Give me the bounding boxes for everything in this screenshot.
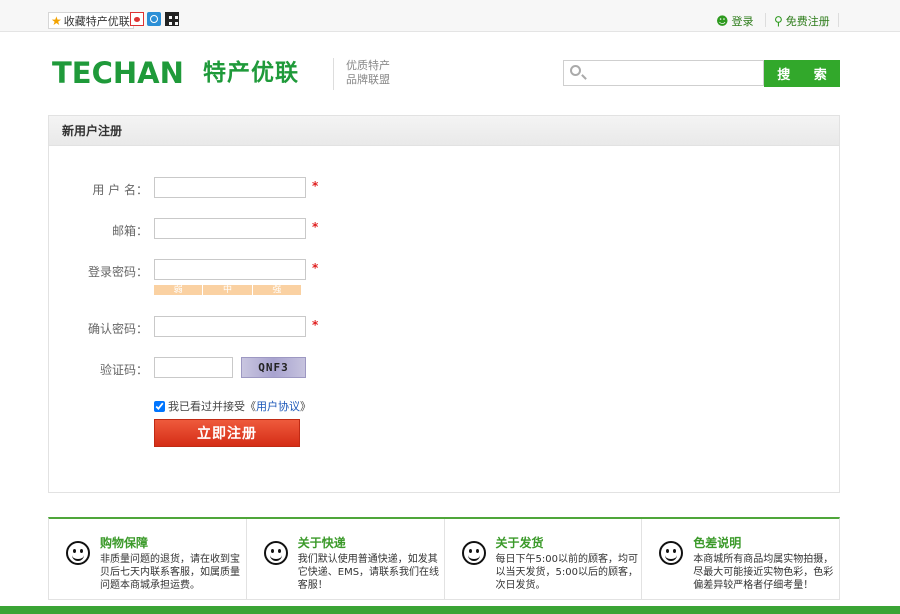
promise-text: 每日下午5:00以前的顾客，均可以当天发货，5:00以后的顾客，次日发货。 bbox=[495, 554, 638, 591]
search-button[interactable]: 搜 索 bbox=[764, 60, 840, 87]
slogan: 优质特产 品牌联盟 bbox=[346, 59, 390, 87]
promise-title: 色差说明 bbox=[693, 536, 742, 550]
strength-weak: 弱 bbox=[154, 285, 204, 295]
user-agreement-link[interactable]: 用户协议 bbox=[256, 398, 300, 414]
promise-title: 关于快递 bbox=[297, 536, 346, 550]
captcha-image[interactable]: QNF3 bbox=[241, 357, 306, 378]
logo[interactable]: TECHAN bbox=[52, 58, 184, 88]
qzone-icon[interactable] bbox=[147, 12, 161, 26]
agreement-row: 我已看过并接受《 用户协议》 bbox=[154, 398, 311, 414]
search-box[interactable] bbox=[563, 60, 764, 86]
slogan-line1: 优质特产 bbox=[346, 59, 390, 72]
promise-text: 非质量问题的退货，请在收到宝贝后七天内联系客服，如属质量问题本商城承担运费。 bbox=[100, 554, 240, 591]
slogan-divider bbox=[333, 58, 334, 90]
required-mark: * bbox=[312, 220, 319, 234]
strength-strong: 强 bbox=[252, 285, 301, 295]
star-icon: ★ bbox=[51, 13, 62, 28]
promise-shopping-guarantee: 购物保障 非质量问题的退货，请在收到宝贝后七天内联系客服，如属质量问题本商城承担… bbox=[49, 519, 247, 599]
service-promises: 购物保障 非质量问题的退货，请在收到宝贝后七天内联系客服，如属质量问题本商城承担… bbox=[48, 517, 840, 600]
top-bar: ★ 收藏特产优联 ☻ 登录 ⚲ 免费注册 bbox=[0, 0, 900, 32]
required-mark: * bbox=[312, 261, 319, 275]
agree-checkbox[interactable] bbox=[154, 400, 165, 412]
register-button[interactable]: 立即注册 bbox=[154, 419, 300, 447]
email-input[interactable] bbox=[154, 218, 306, 239]
bookmark-button[interactable]: ★ 收藏特产优联 bbox=[48, 12, 134, 29]
password-label: 登录密码： bbox=[87, 265, 148, 279]
username-input[interactable] bbox=[154, 177, 306, 198]
smile-icon bbox=[263, 541, 288, 565]
panel-title: 新用户注册 bbox=[49, 116, 839, 146]
promise-title: 购物保障 bbox=[100, 536, 149, 550]
confirm-password-label: 确认密码： bbox=[87, 322, 148, 336]
email-label: 邮箱： bbox=[111, 224, 148, 238]
smile-icon bbox=[461, 541, 486, 565]
slogan-line2: 品牌联盟 bbox=[346, 73, 390, 86]
captcha-input[interactable] bbox=[154, 357, 233, 378]
qr-code-icon[interactable] bbox=[165, 12, 179, 26]
agree-close: 》 bbox=[300, 400, 311, 413]
promise-color-difference: 色差说明 本商城所有商品均属实物拍摄，尽最大可能接近实物色彩，色彩偏差异较严格者… bbox=[642, 519, 839, 599]
logo-chinese[interactable]: 特产优联 bbox=[203, 59, 299, 87]
smile-icon bbox=[659, 541, 684, 565]
weibo-icon[interactable] bbox=[130, 12, 144, 26]
register-label: 免费注册 bbox=[785, 15, 830, 28]
search-input[interactable] bbox=[588, 63, 758, 83]
promise-text: 本商城所有商品均属实物拍摄，尽最大可能接近实物色彩，色彩偏差异较严格者仔细考量！ bbox=[693, 554, 834, 591]
required-mark: * bbox=[312, 318, 319, 332]
agree-text: 我已看过并接受《 bbox=[168, 400, 256, 413]
promise-shipping: 关于快递 我们默认使用普通快递，如发其它快递、EMS，请联系我们在线客服！ bbox=[247, 519, 445, 599]
search-icon bbox=[570, 65, 581, 76]
bookmark-label: 收藏特产优联 bbox=[63, 14, 130, 28]
register-link[interactable]: ⚲ 免费注册 bbox=[774, 13, 830, 29]
required-mark: * bbox=[312, 179, 319, 193]
promise-title: 关于发货 bbox=[495, 536, 544, 550]
promise-dispatch: 关于发货 每日下午5:00以前的顾客，均可以当天发货，5:00以后的顾客，次日发… bbox=[445, 519, 643, 599]
captcha-label: 验证码： bbox=[99, 363, 148, 377]
divider bbox=[765, 13, 766, 27]
key-icon: ⚲ bbox=[774, 14, 783, 28]
user-icon: ☻ bbox=[716, 14, 729, 28]
login-link[interactable]: ☻ 登录 bbox=[716, 13, 754, 29]
password-strength-meter: 弱 中 强 bbox=[154, 285, 301, 295]
username-label: 用 户 名： bbox=[92, 183, 148, 197]
promise-text: 我们默认使用普通快递，如发其它快递、EMS，请联系我们在线客服！ bbox=[297, 554, 440, 591]
confirm-password-input[interactable] bbox=[154, 316, 306, 337]
smile-icon bbox=[66, 541, 90, 565]
login-label: 登录 bbox=[731, 15, 754, 28]
password-input[interactable] bbox=[154, 259, 306, 280]
footer-stripe bbox=[0, 606, 900, 614]
strength-medium: 中 bbox=[203, 285, 253, 295]
divider bbox=[838, 13, 839, 27]
